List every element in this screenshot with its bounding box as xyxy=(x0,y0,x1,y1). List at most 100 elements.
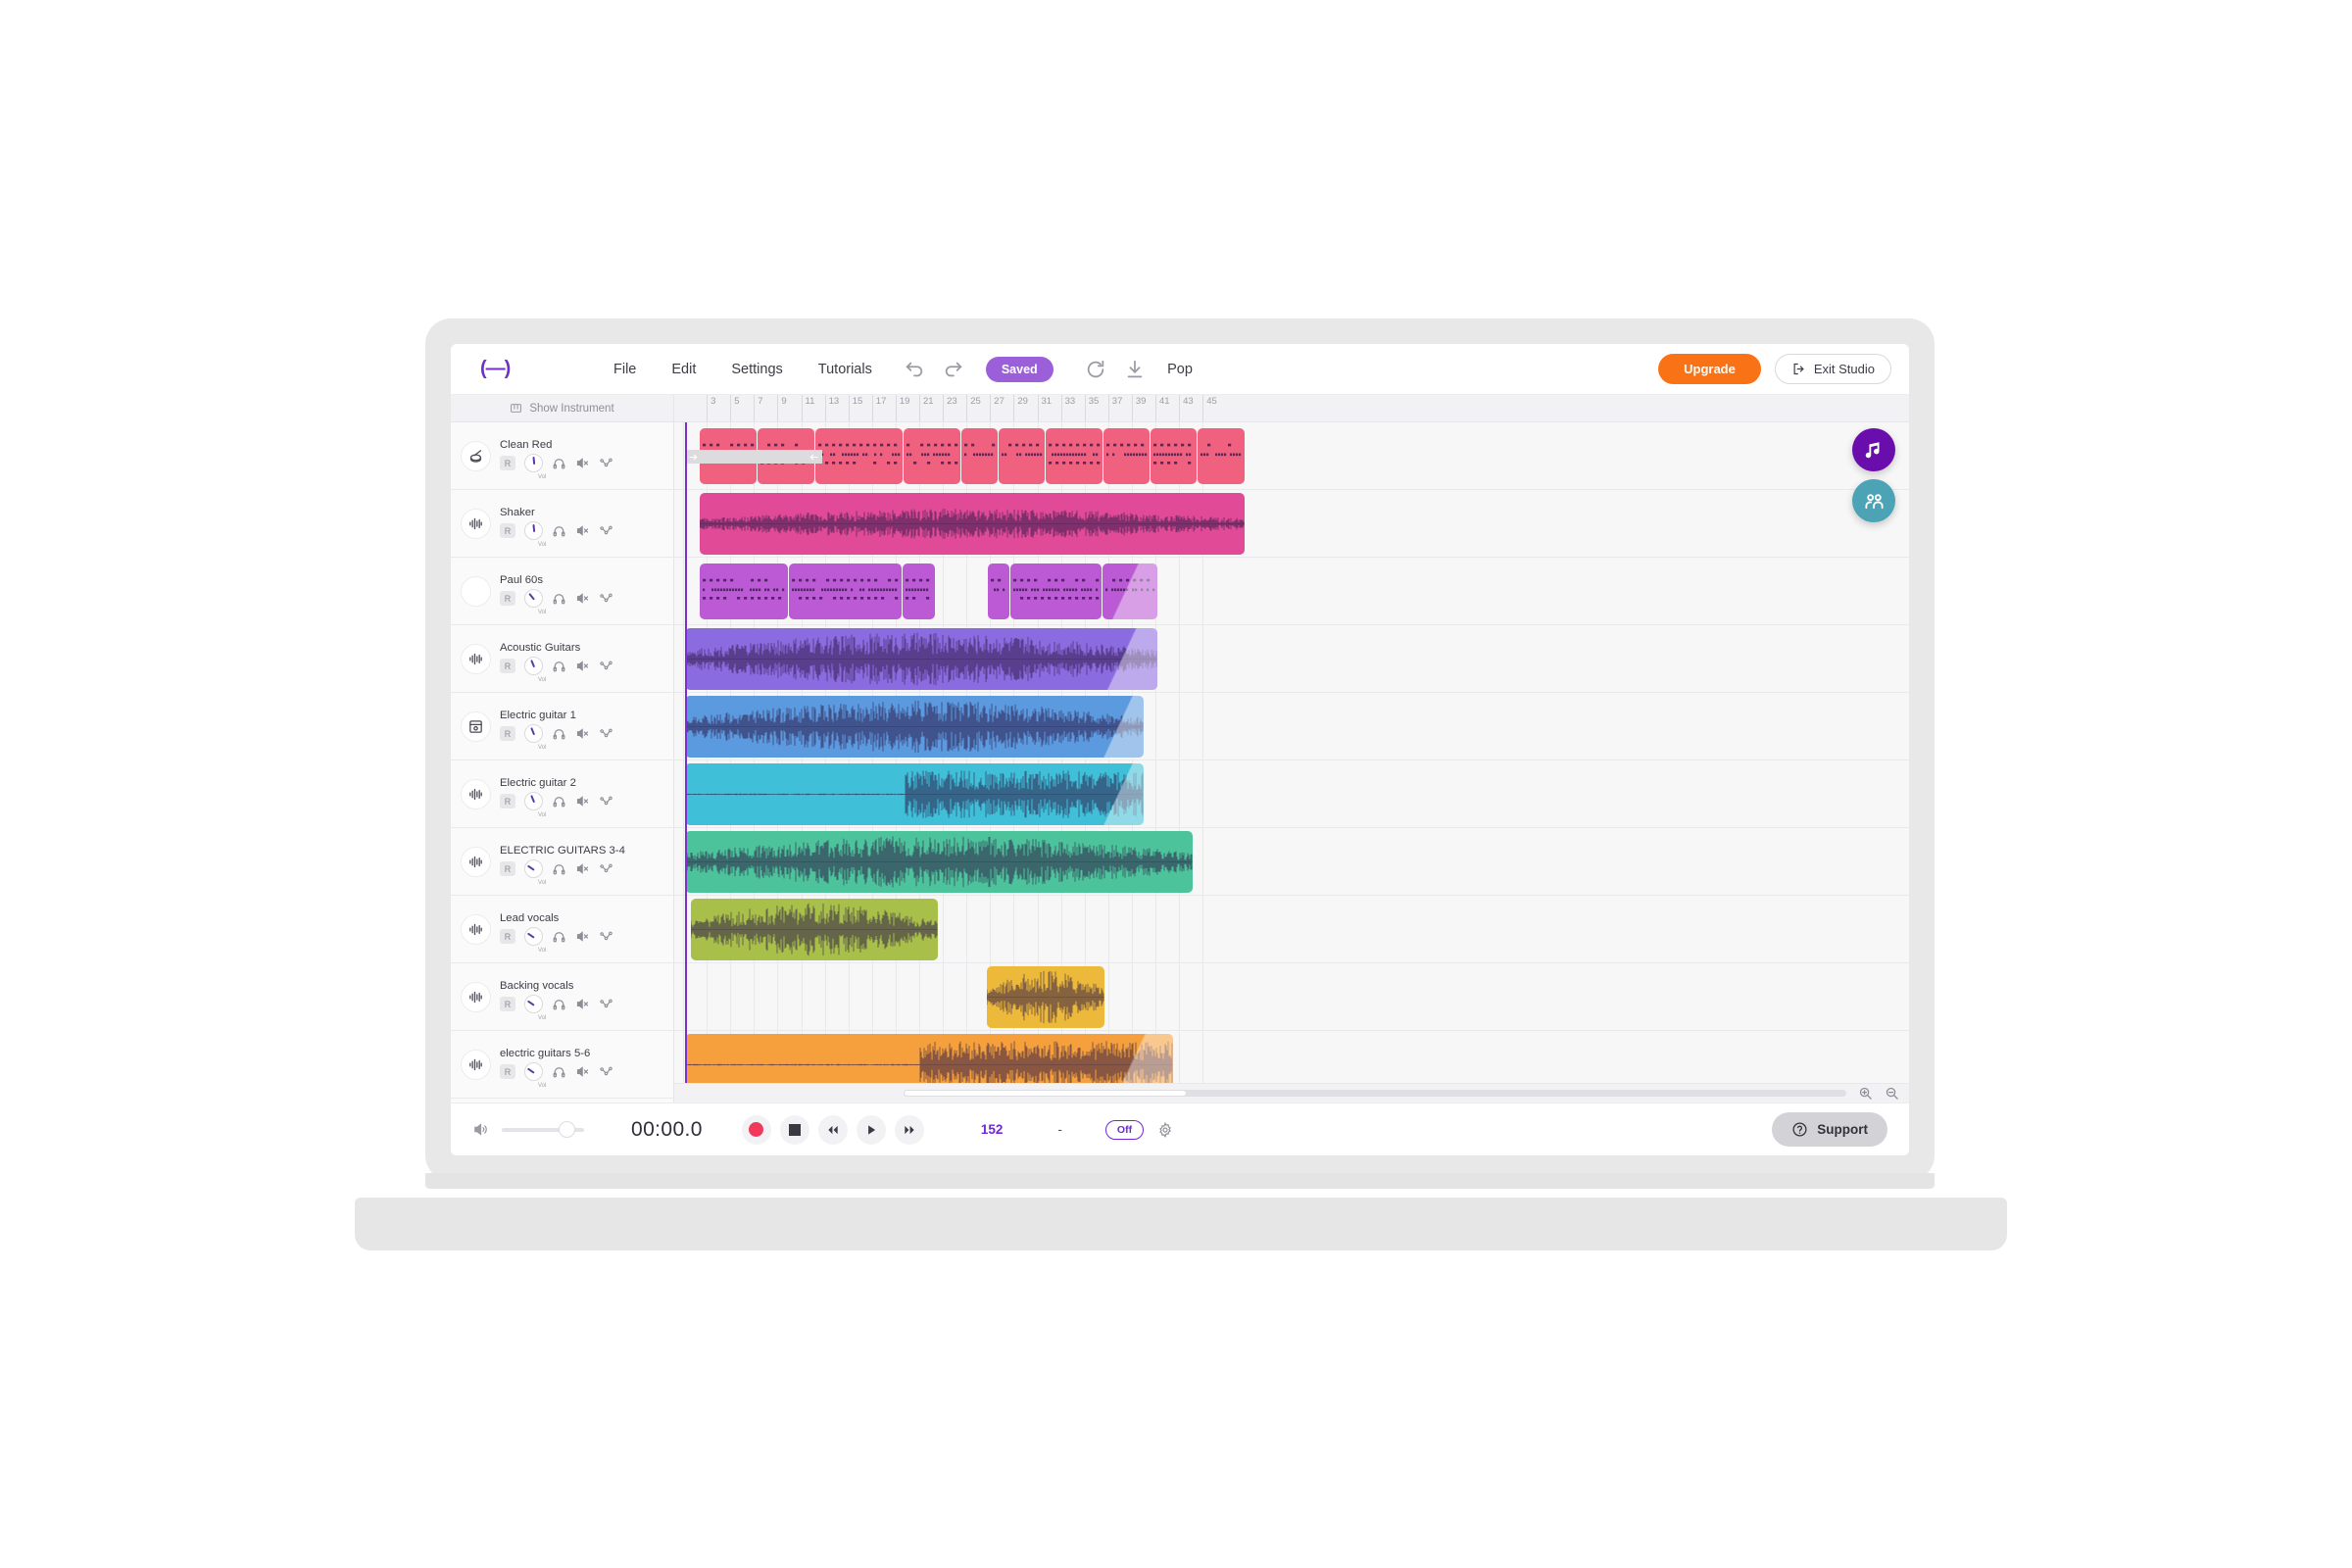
collaborators-fab[interactable] xyxy=(1852,479,1895,522)
exit-studio-button[interactable]: Exit Studio xyxy=(1774,354,1891,384)
track-record-arm-button[interactable]: R xyxy=(500,726,515,741)
track-volume-knob[interactable]: Vol xyxy=(524,521,546,548)
midi-clip[interactable] xyxy=(903,564,935,619)
horizontal-scrollbar[interactable] xyxy=(904,1090,1846,1097)
menu-settings[interactable]: Settings xyxy=(731,362,782,377)
timeline-lanes[interactable] xyxy=(674,422,1909,1083)
midi-clip[interactable] xyxy=(1151,428,1197,484)
track-mute-icon[interactable] xyxy=(575,591,590,606)
track-name[interactable]: Backing vocals xyxy=(500,980,665,992)
midi-clip[interactable] xyxy=(988,564,1009,619)
zoom-in-icon[interactable] xyxy=(1858,1086,1873,1101)
track-automation-icon[interactable] xyxy=(599,726,613,741)
midi-clip[interactable] xyxy=(1198,428,1245,484)
track-solo-icon[interactable] xyxy=(552,456,566,470)
track-mute-icon[interactable] xyxy=(575,523,590,538)
track-mute-icon[interactable] xyxy=(575,861,590,876)
track-solo-icon[interactable] xyxy=(552,523,566,538)
time-signature-value[interactable]: - xyxy=(1057,1122,1062,1137)
menu-tutorials[interactable]: Tutorials xyxy=(818,362,872,377)
track-instrument-icon[interactable] xyxy=(461,846,491,877)
audio-clip[interactable] xyxy=(685,696,1144,758)
track-automation-icon[interactable] xyxy=(599,1064,613,1079)
track-mute-icon[interactable] xyxy=(575,726,590,741)
midi-clip[interactable] xyxy=(961,428,998,484)
track-instrument-icon[interactable] xyxy=(461,913,491,945)
audio-clip[interactable] xyxy=(691,899,938,960)
track-lane[interactable] xyxy=(674,760,1909,828)
midi-clip[interactable] xyxy=(999,428,1045,484)
track-lane[interactable] xyxy=(674,558,1909,625)
track-header[interactable]: electric guitars 5-6 R Vol xyxy=(451,1031,673,1099)
track-header[interactable]: Acoustic Guitars R Vol xyxy=(451,625,673,693)
audio-clip[interactable] xyxy=(685,831,1193,893)
track-header[interactable]: Paul 60s R Vol xyxy=(451,558,673,625)
track-record-arm-button[interactable]: R xyxy=(500,861,515,876)
midi-clip[interactable] xyxy=(1102,564,1157,619)
audio-clip[interactable] xyxy=(685,763,1144,825)
track-automation-icon[interactable] xyxy=(599,997,613,1011)
track-mute-icon[interactable] xyxy=(575,997,590,1011)
track-instrument-icon[interactable] xyxy=(461,778,491,809)
track-record-arm-button[interactable]: R xyxy=(500,929,515,944)
metronome-toggle[interactable]: Off xyxy=(1104,1119,1145,1140)
track-instrument-icon[interactable] xyxy=(461,508,491,539)
track-lane[interactable] xyxy=(674,422,1909,490)
playhead[interactable] xyxy=(685,422,687,1083)
track-solo-icon[interactable] xyxy=(552,1064,566,1079)
track-header[interactable]: Lead vocals R Vol xyxy=(451,896,673,963)
track-header[interactable]: Clean Red R Vol xyxy=(451,422,673,490)
track-instrument-icon[interactable] xyxy=(461,710,491,742)
track-record-arm-button[interactable]: R xyxy=(500,659,515,673)
track-name[interactable]: electric guitars 5-6 xyxy=(500,1048,665,1059)
midi-clip[interactable] xyxy=(700,564,788,619)
bpm-value[interactable]: 152 xyxy=(981,1122,1004,1137)
menu-edit[interactable]: Edit xyxy=(671,362,696,377)
track-name[interactable]: Electric guitar 2 xyxy=(500,777,665,789)
track-solo-icon[interactable] xyxy=(552,726,566,741)
track-automation-icon[interactable] xyxy=(599,659,613,673)
track-lane[interactable] xyxy=(674,490,1909,558)
track-lane[interactable] xyxy=(674,1031,1909,1083)
volume-slider[interactable] xyxy=(502,1120,584,1138)
track-header[interactable]: Shaker R Vol xyxy=(451,490,673,558)
history-icon[interactable] xyxy=(1085,359,1106,380)
track-name[interactable]: Electric guitar 1 xyxy=(500,710,665,721)
track-record-arm-button[interactable]: R xyxy=(500,456,515,470)
track-record-arm-button[interactable]: R xyxy=(500,1064,515,1079)
track-volume-knob[interactable]: Vol xyxy=(524,927,546,954)
track-mute-icon[interactable] xyxy=(575,1064,590,1079)
track-mute-icon[interactable] xyxy=(575,929,590,944)
track-name[interactable]: Paul 60s xyxy=(500,574,665,586)
clip-fade-out[interactable] xyxy=(1102,1034,1173,1083)
saved-status-badge[interactable]: Saved xyxy=(985,356,1054,382)
stop-button[interactable] xyxy=(779,1114,809,1145)
track-solo-icon[interactable] xyxy=(552,861,566,876)
track-volume-knob[interactable]: Vol xyxy=(524,995,546,1021)
track-name[interactable]: Shaker xyxy=(500,507,665,518)
track-instrument-icon[interactable] xyxy=(461,981,491,1012)
track-volume-knob[interactable]: Vol xyxy=(524,454,546,480)
music-library-fab[interactable] xyxy=(1852,428,1895,471)
track-header[interactable]: Electric guitar 2 R Vol xyxy=(451,760,673,828)
track-mute-icon[interactable] xyxy=(575,659,590,673)
track-volume-knob[interactable]: Vol xyxy=(524,589,546,615)
track-volume-knob[interactable]: Vol xyxy=(524,792,546,818)
track-instrument-icon[interactable] xyxy=(461,643,491,674)
clip-fade-out[interactable] xyxy=(1104,564,1157,619)
track-record-arm-button[interactable]: R xyxy=(500,997,515,1011)
fast-forward-button[interactable] xyxy=(894,1114,924,1145)
track-volume-knob[interactable]: Vol xyxy=(524,657,546,683)
audio-clip[interactable] xyxy=(685,1034,1173,1083)
track-solo-icon[interactable] xyxy=(552,794,566,808)
zoom-out-icon[interactable] xyxy=(1885,1086,1899,1101)
volume-slider-handle[interactable] xyxy=(559,1120,575,1138)
track-automation-icon[interactable] xyxy=(599,929,613,944)
audio-clip[interactable] xyxy=(700,493,1245,555)
menu-file[interactable]: File xyxy=(613,362,636,377)
record-button[interactable] xyxy=(741,1114,771,1145)
track-record-arm-button[interactable]: R xyxy=(500,523,515,538)
track-name[interactable]: ELECTRIC GUITARS 3-4 xyxy=(500,845,665,857)
track-solo-icon[interactable] xyxy=(552,659,566,673)
track-name[interactable]: Clean Red xyxy=(500,439,665,451)
